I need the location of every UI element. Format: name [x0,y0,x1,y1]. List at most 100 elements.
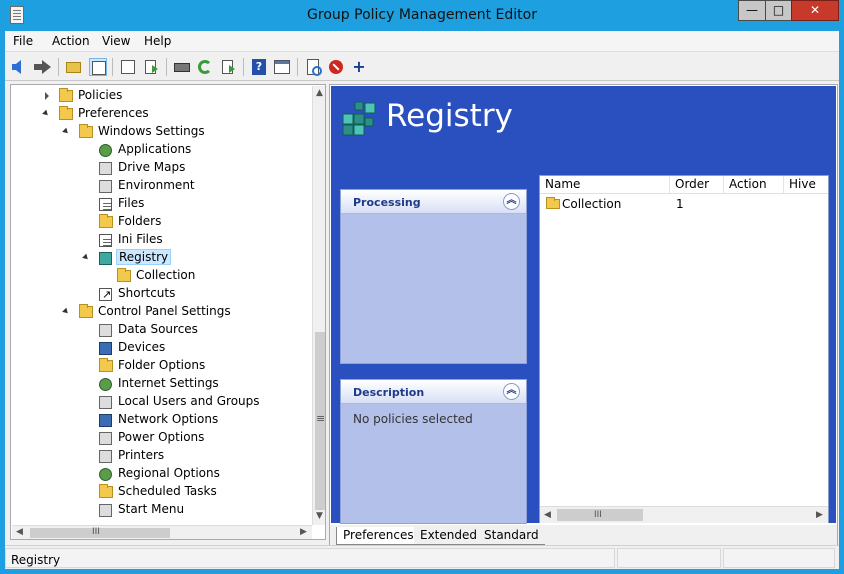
tab-standard[interactable]: Standard [478,527,545,545]
tree-item-policies[interactable]: Policies [11,87,311,105]
tree-item-folders[interactable]: Folders [11,213,311,231]
tree-item-network-options[interactable]: Network Options [11,411,311,429]
local-users-icon [99,396,112,409]
maximize-button[interactable]: □ [765,0,792,21]
status-cell-main: Registry [5,548,615,568]
scroll-up-icon[interactable]: ▲ [316,88,323,98]
tab-extended[interactable]: Extended [414,527,483,545]
tree-item-registry[interactable]: Registry [11,249,311,267]
export-button[interactable] [219,58,237,76]
tree-item-scheduled-tasks[interactable]: Scheduled Tasks [11,483,311,501]
expanded-arrow-icon[interactable] [62,307,70,316]
tree-item-applications[interactable]: Applications [11,141,311,159]
help-button[interactable]: ? [250,58,268,76]
close-button[interactable]: ✕ [791,0,839,21]
tree-item-files[interactable]: Files [11,195,311,213]
description-collapse-icon[interactable]: ︽ [503,383,520,400]
add-button[interactable]: + [350,58,368,76]
scroll-right-icon[interactable]: ▶ [300,527,307,537]
tree-item-printers[interactable]: Printers [11,447,311,465]
menu-action[interactable]: Action [52,34,90,48]
applications-icon [99,144,112,157]
main-window: Group Policy Management Editor — □ ✕ Fil… [0,0,844,574]
tree-item-label: Applications [118,142,192,156]
tree-horizontal-scroll-thumb[interactable] [30,528,170,538]
tree-item-start-menu[interactable]: Start Menu [11,501,311,519]
help-icon: ? [252,59,266,75]
tree-item-internet-settings[interactable]: Internet Settings [11,375,311,393]
tree-item-collection[interactable]: Collection [11,267,311,285]
refresh-button[interactable] [196,58,214,76]
processing-panel: Processing ︽ [340,189,527,364]
control-panel-icon [79,304,93,318]
expanded-arrow-icon[interactable] [82,253,90,262]
drive-maps-icon [99,162,112,175]
column-order[interactable]: Order [670,176,724,194]
description-panel-header[interactable]: Description ︽ [341,380,526,404]
list-horizontal-scrollbar[interactable]: ◀ III ▶ [540,506,828,523]
tree-item-label: Ini Files [118,232,163,246]
tree-item-label: Shortcuts [118,286,176,300]
tree-item-regional-options[interactable]: Regional Options [11,465,311,483]
menu-file[interactable]: File [13,34,33,48]
tree-item-label: Data Sources [118,322,198,336]
copy-button[interactable] [119,58,137,76]
tree-item-data-sources[interactable]: Data Sources [11,321,311,339]
scroll-left-icon[interactable]: ◀ [544,510,551,520]
menu-help[interactable]: Help [144,34,171,48]
minimize-button[interactable]: — [738,0,766,21]
tab-preferences[interactable]: Preferences [336,527,421,545]
items-list[interactable]: Name Order Action Hive Collection 1 ◀ II… [539,175,829,523]
tree-item-label: Printers [118,448,165,462]
expanded-arrow-icon[interactable] [62,127,70,136]
tree-item-devices[interactable]: Devices [11,339,311,357]
paste-button[interactable] [142,58,160,76]
new-item-button[interactable] [304,58,322,76]
column-hive[interactable]: Hive [784,176,828,194]
scroll-left-icon[interactable]: ◀ [16,527,23,537]
tree-item-folder-options[interactable]: Folder Options [11,357,311,375]
back-button[interactable] [11,58,29,76]
tree-item-label: Devices [118,340,166,354]
toolbar-separator [166,58,167,76]
processing-panel-header[interactable]: Processing ︽ [341,190,526,214]
tree-item-label: Collection [136,268,196,282]
tree-item-shortcuts[interactable]: Shortcuts [11,285,311,303]
list-item[interactable]: Collection 1 [540,195,828,213]
up-folder-button[interactable] [65,58,83,76]
stop-button[interactable] [327,58,345,76]
tree-item-preferences[interactable]: Preferences [11,105,311,123]
print-button[interactable] [173,58,191,76]
status-bar: Registry [5,545,839,569]
menu-view[interactable]: View [102,34,130,48]
collapsed-arrow-icon[interactable] [45,92,49,100]
scroll-down-icon[interactable]: ▼ [316,511,323,521]
tree-pane[interactable]: Policies Preferences Windows Settings Appli… [10,84,326,540]
tree-item-power-options[interactable]: Power Options [11,429,311,447]
column-action[interactable]: Action [724,176,784,194]
properties-button[interactable] [273,58,291,76]
scroll-right-icon[interactable]: ▶ [816,510,823,520]
tree-item-control-panel-settings[interactable]: Control Panel Settings [11,303,311,321]
tree-item-label: Folder Options [118,358,206,372]
expanded-arrow-icon[interactable] [42,109,50,118]
files-icon [99,198,112,211]
tree-item-ini-files[interactable]: Ini Files [11,231,311,249]
tree-item-local-users-and-groups[interactable]: Local Users and Groups [11,393,311,411]
tree-item-environment[interactable]: Environment [11,177,311,195]
tree-item-label: Internet Settings [118,376,219,390]
title-bar[interactable]: Group Policy Management Editor — □ ✕ [0,0,844,31]
tree-vertical-scrollbar[interactable]: ▲ ≡ ▼ [312,86,325,525]
list-item-order: 1 [676,197,684,211]
environment-icon [99,180,112,193]
show-hide-tree-button[interactable] [89,58,107,76]
folder-icon [546,197,560,209]
tree-item-drive-maps[interactable]: Drive Maps [11,159,311,177]
toolbar-separator [243,58,244,76]
tree-item-windows-settings[interactable]: Windows Settings [11,123,311,141]
processing-collapse-icon[interactable]: ︽ [503,193,520,210]
tree-horizontal-scrollbar[interactable]: ◀ III ▶ [12,525,312,539]
forward-button[interactable] [34,58,52,76]
horizontal-scroll-grip: III [92,527,100,537]
column-name[interactable]: Name [540,176,670,194]
